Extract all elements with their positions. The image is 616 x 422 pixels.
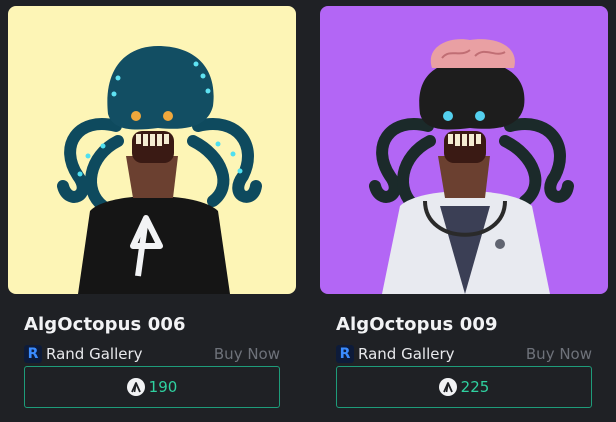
gallery-name[interactable]: Rand Gallery bbox=[46, 344, 143, 364]
price-button[interactable]: 225 bbox=[336, 366, 592, 408]
nft-card[interactable]: AlgOctopus 009 R Rand Gallery Buy Now 22… bbox=[320, 6, 608, 408]
gallery-logo-icon: R bbox=[336, 345, 354, 363]
gallery-name[interactable]: Rand Gallery bbox=[358, 344, 455, 364]
nft-image[interactable] bbox=[8, 6, 296, 294]
nft-grid: AlgOctopus 006 R Rand Gallery Buy Now 19… bbox=[0, 0, 616, 422]
buy-now-link[interactable]: Buy Now bbox=[214, 344, 280, 364]
nft-card[interactable]: AlgOctopus 006 R Rand Gallery Buy Now 19… bbox=[8, 6, 296, 408]
nft-image[interactable] bbox=[320, 6, 608, 294]
algorand-icon bbox=[126, 378, 145, 396]
nft-meta-row: R Rand Gallery Buy Now bbox=[336, 344, 592, 364]
algorand-icon bbox=[438, 378, 457, 396]
octopus-artwork bbox=[8, 6, 296, 294]
buy-now-link[interactable]: Buy Now bbox=[526, 344, 592, 364]
price-button[interactable]: 190 bbox=[24, 366, 280, 408]
price-value: 225 bbox=[460, 378, 490, 396]
price-value: 190 bbox=[148, 378, 178, 396]
nft-title[interactable]: AlgOctopus 009 bbox=[336, 314, 498, 335]
nft-title[interactable]: AlgOctopus 006 bbox=[24, 314, 186, 335]
nft-meta-row: R Rand Gallery Buy Now bbox=[24, 344, 280, 364]
octopus-artwork bbox=[320, 6, 608, 294]
gallery-logo-icon: R bbox=[24, 345, 42, 363]
